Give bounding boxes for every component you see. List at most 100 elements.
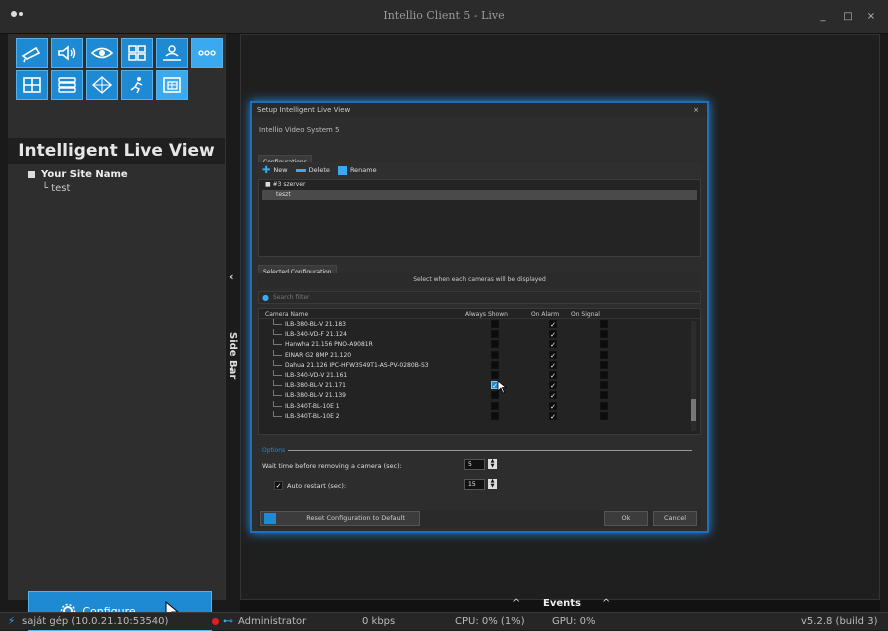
wait-time-label: Wait time before removing a camera (sec)… <box>262 462 402 470</box>
on-alarm-checkbox[interactable]: ✓ <box>549 370 557 380</box>
dialog-close-icon[interactable]: × <box>693 106 699 114</box>
on-alarm-checkbox[interactable]: ✓ <box>549 381 557 390</box>
always-shown-checkbox[interactable] <box>491 360 499 369</box>
reset-configuration-button[interactable]: Reset Configuration to Default <box>260 511 420 526</box>
tree-item[interactable]: └ test <box>42 183 128 194</box>
table-row[interactable]: ILB-380-BL-V 21.171 ✓ ✓ <box>259 380 700 390</box>
instruction-text: Select when each cameras will be display… <box>258 273 701 287</box>
delete-label: Delete <box>308 166 330 174</box>
dialog-title-bar: Setup Intelligent Live View × <box>252 103 707 117</box>
table-row[interactable]: ILB-340-VD-F 21.124 ✓ <box>259 329 700 339</box>
layout-grid-icon[interactable] <box>121 38 153 68</box>
delete-button[interactable]: Delete <box>295 166 330 174</box>
tree-site[interactable]: Your Site Name <box>28 169 128 180</box>
table-row[interactable]: Hanwha 21.156 PNO-A9081R ✓ <box>259 339 700 349</box>
on-alarm-checkbox[interactable]: ✓ <box>549 330 557 339</box>
on-alarm-checkbox[interactable]: ✓ <box>549 360 557 370</box>
ok-button[interactable]: Ok <box>604 511 648 526</box>
auto-restart-checkbox[interactable]: ✓ <box>274 481 283 490</box>
column-camera-name[interactable]: Camera Name <box>265 311 308 318</box>
on-alarm-checkbox[interactable]: ✓ <box>549 391 557 400</box>
table-row[interactable]: EINAR G2 8MP 21.120 ✓ <box>259 349 700 360</box>
grid-view-icon[interactable] <box>16 70 48 100</box>
chevron-up-icon[interactable]: ^ <box>602 598 610 609</box>
always-shown-checkbox[interactable] <box>491 401 499 410</box>
more-icon[interactable] <box>191 38 223 68</box>
maximize-button[interactable]: □ <box>843 12 853 22</box>
table-row[interactable]: Dahua 21.126 IPC-HFW3549T1-AS-PV-0280B-S… <box>259 359 700 370</box>
close-button[interactable]: × <box>866 12 876 22</box>
user-map-icon[interactable] <box>156 38 188 68</box>
intelligent-view-icon[interactable] <box>156 70 188 100</box>
on-signal-checkbox[interactable] <box>600 411 608 420</box>
collapse-icon[interactable] <box>28 171 35 178</box>
on-alarm-checkbox[interactable]: ✓ <box>549 401 557 411</box>
wait-time-input[interactable]: 5 <box>464 459 485 470</box>
table-scrollbar[interactable] <box>691 321 696 431</box>
main-toolbar <box>16 38 223 68</box>
chevron-left-icon[interactable]: ‹ <box>229 270 234 283</box>
on-alarm-checkbox[interactable]: ✓ <box>549 320 557 329</box>
always-shown-checkbox[interactable] <box>491 320 499 328</box>
on-signal-checkbox[interactable] <box>600 360 608 369</box>
column-on-signal[interactable]: On Signal <box>571 311 600 318</box>
config-group-label: #3 szerver <box>272 181 306 188</box>
auto-restart-stepper[interactable]: ▲ ▼ <box>488 479 497 489</box>
always-shown-checkbox[interactable] <box>491 411 499 420</box>
list-view-icon[interactable] <box>51 70 83 100</box>
tree-view-icon[interactable] <box>86 70 118 100</box>
bandwidth: 0 kbps <box>362 616 396 627</box>
chevron-left-icon[interactable]: ‹ <box>229 362 234 375</box>
on-alarm-checkbox[interactable]: ✓ <box>549 411 557 421</box>
camera-icon[interactable] <box>16 38 48 68</box>
config-toolbar: ✚ New Delete Rename <box>258 162 701 178</box>
cancel-button[interactable]: Cancel <box>653 511 697 526</box>
side-bar-toggle[interactable]: ‹ Side Bar ‹ <box>225 34 240 600</box>
new-label: New <box>273 166 288 174</box>
on-signal-checkbox[interactable] <box>600 350 608 359</box>
config-group[interactable]: ■ #3 szerver <box>259 180 700 190</box>
wait-time-stepper[interactable]: ▲ ▼ <box>488 459 497 469</box>
column-always-shown[interactable]: Always Shown <box>465 311 508 318</box>
always-shown-checkbox[interactable] <box>491 340 499 349</box>
on-signal-checkbox[interactable] <box>600 330 608 339</box>
new-button[interactable]: ✚ New <box>262 165 288 176</box>
tree-line <box>273 380 282 387</box>
on-signal-checkbox[interactable] <box>600 320 608 328</box>
always-shown-checkbox[interactable] <box>491 350 499 359</box>
on-signal-checkbox[interactable] <box>600 370 608 379</box>
auto-restart-input[interactable]: 15 <box>464 479 485 490</box>
events-bar[interactable]: ^ Events ^ <box>240 598 880 612</box>
config-item-label: teszt <box>276 191 291 198</box>
version: v5.2.8 (build 3) <box>801 616 878 627</box>
table-row[interactable]: ILB-340T-BL-10E 1 ✓ <box>259 400 700 411</box>
speaker-icon[interactable] <box>51 38 83 68</box>
on-signal-checkbox[interactable] <box>600 401 608 410</box>
tree-line <box>273 400 282 407</box>
view-toolbar <box>16 70 188 100</box>
on-alarm-checkbox[interactable]: ✓ <box>549 340 557 349</box>
dialog-footer: Reset Configuration to Default Ok Cancel <box>258 510 701 528</box>
scrollbar-thumb[interactable] <box>691 399 696 421</box>
camera-name: Dahua 21.126 IPC-HFW3549T1-AS-PV-0280B-S… <box>285 361 429 369</box>
always-shown-checkbox[interactable] <box>491 330 499 339</box>
eye-icon[interactable] <box>86 38 118 68</box>
table-row[interactable]: ILB-340T-BL-10E 2 ✓ <box>259 410 700 421</box>
dialog-subtitle: Intellio Video System 5 <box>259 126 340 134</box>
minimize-button[interactable]: _ <box>818 12 828 22</box>
rename-button[interactable]: Rename <box>337 165 377 175</box>
config-item[interactable]: teszt <box>262 190 697 200</box>
column-on-alarm[interactable]: On Alarm <box>531 311 559 318</box>
motion-icon[interactable] <box>121 70 153 100</box>
on-signal-checkbox[interactable] <box>600 381 608 390</box>
table-row[interactable]: ILB-340-VD-V 21.161 ✓ <box>259 369 700 380</box>
table-row[interactable]: ILB-380-BL-V 21.183 ✓ <box>259 319 700 329</box>
on-alarm-checkbox[interactable]: ✓ <box>549 350 557 360</box>
on-signal-checkbox[interactable] <box>600 340 608 349</box>
always-shown-checkbox[interactable] <box>491 370 499 379</box>
site-tree: Your Site Name └ test <box>28 169 128 194</box>
table-row[interactable]: ILB-380-BL-V 21.139 ✓ <box>259 390 700 400</box>
search-input[interactable]: ● Search filter <box>258 291 701 304</box>
on-signal-checkbox[interactable] <box>600 391 608 400</box>
chevron-up-icon[interactable]: ^ <box>512 598 520 609</box>
